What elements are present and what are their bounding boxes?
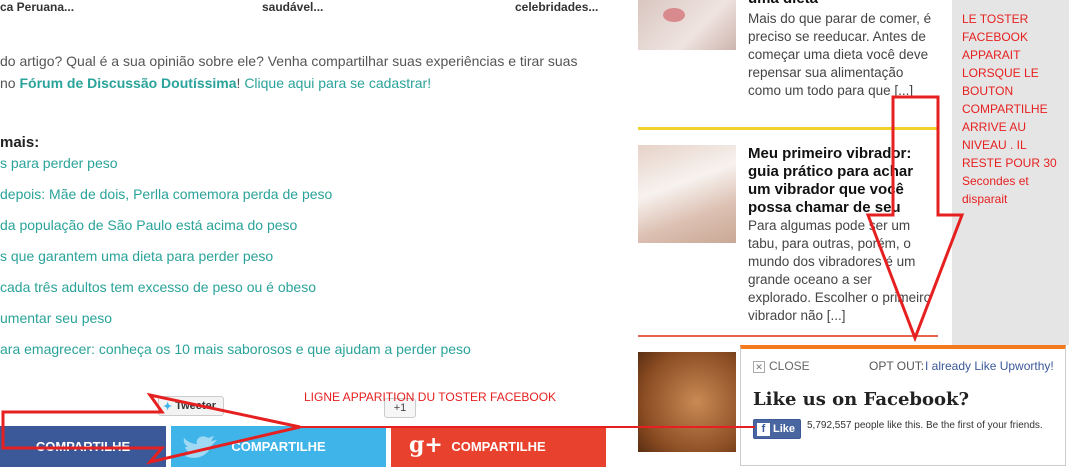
- annotation-arrow-down: [865, 95, 965, 343]
- annotation-arrow-left: [1, 392, 301, 465]
- annotation-line-note: LIGNE APPARITION DU TOSTER FACEBOOK: [304, 390, 557, 404]
